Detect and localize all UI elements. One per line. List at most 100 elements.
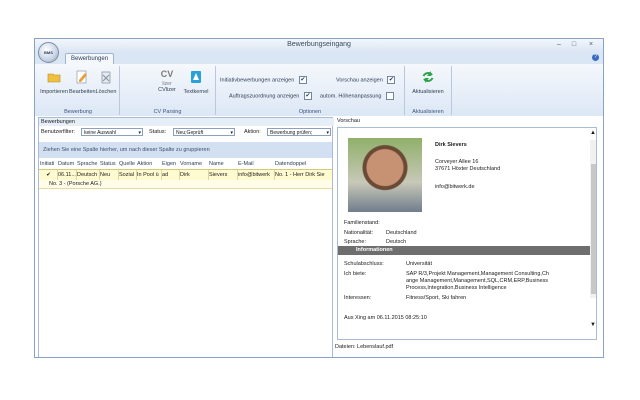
delete-label: Löschen xyxy=(95,89,117,95)
table-cell: info@bitwerk xyxy=(238,170,275,180)
table-cell: No. 1 - Herr Dirk Sie xyxy=(275,172,325,178)
title-bar: Bewerbungseingang – □ × xyxy=(35,39,603,52)
benutzerfilter-label: Benutzerfilter: xyxy=(41,129,75,135)
textkernel-button[interactable]: Textkernel xyxy=(182,70,210,95)
status-value: Neu;Geprüft xyxy=(176,130,204,136)
aktion-value: Bewerbung prüfen; xyxy=(270,130,313,136)
client-area: Bewerbungen Benutzerfilter: keine Auswah… xyxy=(35,116,603,357)
column-header[interactable]: Quelle xyxy=(119,160,136,169)
applications-panel: Bewerbungen Benutzerfilter: keine Auswah… xyxy=(38,117,334,357)
ribbon-tab-row: Bewerbungen ? xyxy=(35,52,603,65)
files-status: Dateien: Lebenslauf.pdf xyxy=(335,344,394,350)
applications-grid: Initiati Datum Sprache Status Quelle Akt… xyxy=(39,160,332,200)
scrollbar-thumb[interactable] xyxy=(591,164,596,294)
textkernel-label: Textkernel xyxy=(183,89,209,95)
refresh-button[interactable]: Aktualisieren xyxy=(408,70,448,95)
refresh-label: Aktualisieren xyxy=(412,89,444,95)
table-cell: Neu xyxy=(100,170,119,180)
edit-document-icon xyxy=(76,70,87,84)
filter-bar: Benutzerfilter: keine Auswahl ▾ Status: N… xyxy=(41,128,331,138)
chevron-down-icon: ▾ xyxy=(326,130,329,136)
folder-icon xyxy=(47,73,61,83)
column-header[interactable]: Eigen xyxy=(162,160,179,169)
minimize-button[interactable]: – xyxy=(553,40,565,50)
column-header[interactable]: Vorname xyxy=(180,160,208,169)
preview-card: Dirk Sievers Corveyer Allee 16 37671 Höx… xyxy=(337,127,597,340)
info-section-header: Informationen xyxy=(338,246,596,255)
personal-label: Sprache: xyxy=(344,239,367,245)
close-button[interactable]: × xyxy=(585,40,597,50)
column-header[interactable]: Datum xyxy=(58,160,76,169)
candidate-email[interactable]: info@bitwerk.de xyxy=(435,184,475,190)
chevron-down-icon: ▾ xyxy=(138,130,141,136)
application-menu-button[interactable]: BMS xyxy=(38,42,59,63)
scroll-down-icon[interactable]: ▼ xyxy=(590,322,596,328)
candidate-address-line1: Corveyer Allee 16 xyxy=(435,159,479,165)
table-cell: Sievers xyxy=(209,170,238,180)
status-select[interactable]: Neu;Geprüft ▾ xyxy=(173,128,235,136)
group-row[interactable]: No. 3 - (Porsche AG.) xyxy=(39,180,332,189)
table-cell: Sozial xyxy=(119,170,137,180)
column-header[interactable]: Initiati xyxy=(40,160,57,169)
group-optionen: Initiativbewerbungen anzeigen ✔ Auftrags… xyxy=(216,66,405,115)
table-cell: Deutsch xyxy=(77,170,100,180)
group-label-bewerbung: Bewerbung xyxy=(64,109,92,115)
group-bewerbung: Importieren Bearbeiten Löschen Bewerbung xyxy=(37,66,120,115)
column-header[interactable]: Status xyxy=(100,160,117,169)
applications-panel-title: Bewerbungen xyxy=(39,118,334,126)
import-button[interactable]: Importieren xyxy=(40,70,68,95)
info-value: SAP R/3,Projekt Management,Management Co… xyxy=(406,271,549,291)
group-cv-parsing: CV lizer CVlizer Textkernel CV Parsing xyxy=(120,66,216,115)
row-checkbox[interactable]: ✔ xyxy=(40,170,58,180)
candidate-address-line2: 37671 Höxter Deutschland xyxy=(435,166,501,172)
source-line: Aus Xing am 06.11.2015 08:25:10 xyxy=(344,315,427,321)
cvlizer-button[interactable]: CV lizer CVlizer xyxy=(154,69,180,94)
candidate-name: Dirk Sievers xyxy=(435,142,467,148)
edit-button[interactable]: Bearbeiten xyxy=(69,70,96,95)
option-initiativbewerbungen-label: Initiativbewerbungen anzeigen xyxy=(220,77,295,84)
option-auftragszuordnung-checkbox[interactable]: ✔ xyxy=(303,92,312,100)
option-initiativbewerbungen-checkbox[interactable]: ✔ xyxy=(298,76,307,84)
group-aktualisieren: Aktualisieren Aktualisieren xyxy=(405,66,452,115)
preview-panel-title: Vorschau xyxy=(337,118,360,124)
cvlizer-logo-icon: CV lizer xyxy=(157,69,177,88)
delete-icon xyxy=(101,71,111,84)
table-cell: ad xyxy=(162,170,180,180)
cvlizer-logo-text: CV xyxy=(160,69,174,79)
group-by-drop-area[interactable]: Ziehen Sie eine Spalte hierher, um nach … xyxy=(39,142,332,158)
aktion-select[interactable]: Bewerbung prüfen; ▾ xyxy=(267,128,331,136)
info-label: Ich biete: xyxy=(344,271,367,277)
help-icon[interactable]: ? xyxy=(592,54,599,61)
benutzerfilter-value: keine Auswahl xyxy=(84,130,116,136)
delete-button[interactable]: Löschen xyxy=(95,70,117,95)
option-vorschau[interactable]: Vorschau anzeigen ✔ xyxy=(336,76,396,84)
column-header[interactable]: Datendoppel xyxy=(275,160,331,169)
info-value: Fitness/Sport, Ski fahren xyxy=(406,295,467,301)
scroll-up-icon[interactable]: ▲ xyxy=(590,130,596,136)
group-label-optionen: Optionen xyxy=(298,109,322,115)
option-initiativbewerbungen[interactable]: Initiativbewerbungen anzeigen ✔ xyxy=(220,76,307,84)
column-header[interactable]: Sprache xyxy=(77,160,99,169)
window-title: Bewerbungseingang xyxy=(287,41,351,48)
info-value: Universität xyxy=(406,261,432,267)
option-hoehenanpassung-checkbox[interactable] xyxy=(386,92,394,100)
option-vorschau-checkbox[interactable]: ✔ xyxy=(387,76,396,84)
benutzerfilter-select[interactable]: keine Auswahl ▾ xyxy=(81,128,143,136)
personal-value: Deutsch xyxy=(386,239,407,245)
ribbon: Importieren Bearbeiten Löschen Bewerbung… xyxy=(35,64,603,117)
textkernel-icon xyxy=(191,71,201,83)
column-header[interactable]: Name xyxy=(209,160,237,169)
edit-label: Bearbeiten xyxy=(69,89,96,95)
aktion-label: Aktion: xyxy=(244,129,261,135)
option-hoehenanpassung[interactable]: autom. Höhenanpassung xyxy=(320,92,394,100)
info-label: Interessen: xyxy=(344,295,372,301)
column-header[interactable]: E-Mail xyxy=(238,160,274,169)
option-hoehenanpassung-label: autom. Höhenanpassung xyxy=(320,93,382,100)
maximize-button[interactable]: □ xyxy=(568,40,580,50)
cvlizer-label: CVlizer xyxy=(158,87,176,93)
personal-label: Nationalität: xyxy=(344,230,374,236)
personal-label: Familienstand: xyxy=(344,220,380,226)
option-auftragszuordnung[interactable]: Auftragszuordnung anzeigen ✔ xyxy=(229,92,312,100)
option-auftragszuordnung-label: Auftragszuordnung anzeigen xyxy=(229,93,300,100)
column-header[interactable]: Aktion xyxy=(137,160,161,169)
